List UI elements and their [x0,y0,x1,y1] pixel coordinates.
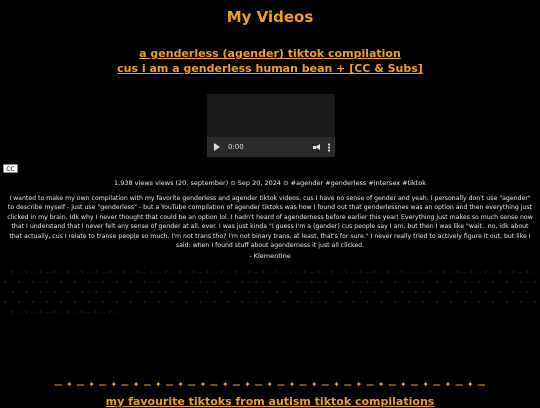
upload-date: Sep 20, 2024 [237,179,282,187]
page-title: My Videos [226,8,314,26]
video-meta: 1,938 views views (20. september) ⊙ Sep … [0,179,540,187]
video-player[interactable]: 0:00 [206,93,336,158]
video-description: I wanted to make my own compilation with… [7,195,533,250]
play-icon[interactable] [214,143,220,151]
video-title-line-1[interactable]: a genderless (agender) tiktok compilatio… [139,47,401,60]
signature: - Klementine [249,252,291,260]
section-divider: — ✦ — ✦ — ✦ — ✦ — ✦ — ✦ — ✦ — ✦ — ✦ — ✦ … [54,380,486,389]
meta-separator-icon: ⊙ [230,179,236,187]
player-controls: 0:00 [207,137,335,157]
player-time: 0:00 [228,143,244,151]
meta-separator-icon: ⊙ [283,179,289,187]
video-tags: #agender #genderless #intersex #tiktok [290,179,426,187]
video-title-line-2[interactable]: cus i am a genderless human bean + [CC &… [117,62,423,75]
next-video-title: my favourite tiktoks from autism tiktok … [0,395,540,408]
cc-button[interactable]: CC [3,164,18,173]
hidden-subtitles-text: — ✦ — ✦ — ✦ — ✦ — ✦ — ✦ — ✦ — ✦ — ✦ — ✦ … [3,270,537,316]
view-count: 1,938 views views (20. september) [114,179,229,187]
more-options-icon[interactable] [328,142,330,152]
next-video-title-link[interactable]: my favourite tiktoks from autism tiktok … [106,395,435,408]
volume-icon[interactable] [313,143,322,151]
video-title: a genderless (agender) tiktok compilatio… [0,46,540,76]
